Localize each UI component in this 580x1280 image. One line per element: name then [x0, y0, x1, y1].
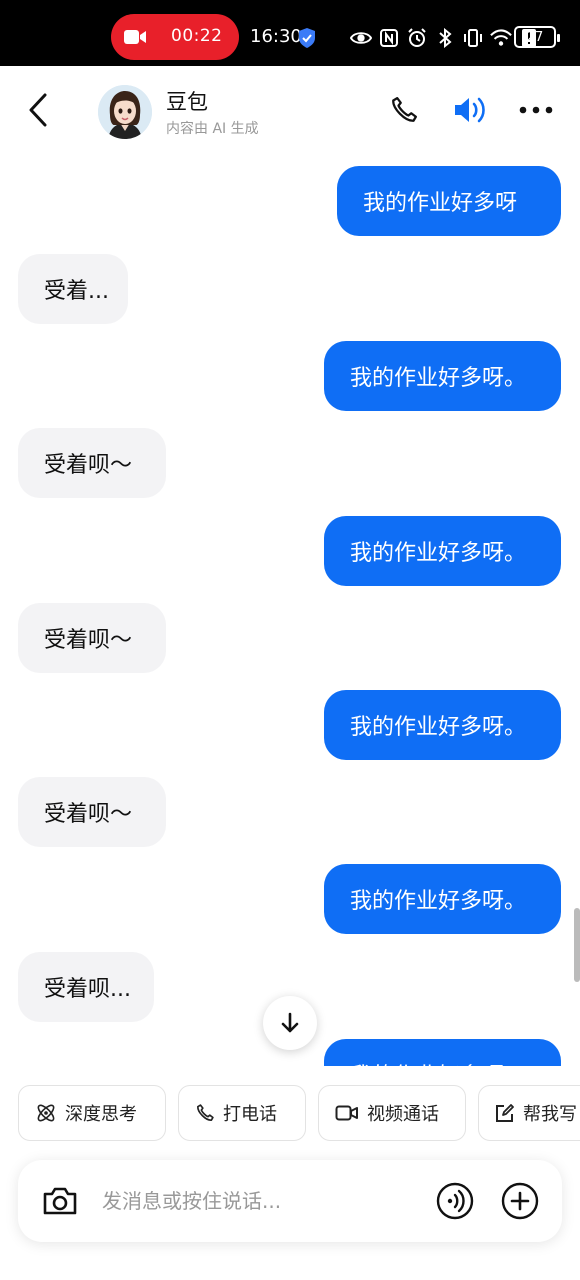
- battery-icon: 27: [514, 26, 560, 48]
- alarm-icon: [406, 27, 428, 49]
- bluetooth-icon: [434, 27, 456, 49]
- scroll-to-bottom-button[interactable]: [263, 996, 317, 1050]
- voice-wave-icon: [436, 1182, 474, 1220]
- user-message[interactable]: 我的作业好多呀。: [324, 690, 561, 760]
- vibrate-icon: [462, 27, 484, 49]
- deep-think-chip[interactable]: 深度思考: [18, 1085, 166, 1141]
- camera-button[interactable]: [38, 1179, 82, 1223]
- user-message[interactable]: 我的作业好多呀。: [324, 516, 561, 586]
- chat-header: 豆包 内容由 AI 生成: [0, 66, 580, 156]
- chip-label: 打电话: [223, 1104, 277, 1125]
- video-camera-icon: [335, 1105, 358, 1121]
- user-message[interactable]: 我的作业好多呀。: [324, 341, 561, 411]
- shield-check-icon: [296, 27, 318, 49]
- chip-label: 视频通话: [367, 1104, 439, 1125]
- user-message[interactable]: 我的作业好多呀: [337, 166, 561, 236]
- video-call-chip[interactable]: 视频通话: [318, 1085, 466, 1141]
- bot-message[interactable]: 受着呗～: [18, 428, 166, 498]
- call-button[interactable]: [384, 90, 424, 130]
- back-button[interactable]: [20, 90, 56, 130]
- atom-icon: [37, 1104, 55, 1122]
- eye-icon: [350, 27, 372, 49]
- video-camera-icon: [124, 30, 146, 44]
- status-clock: 16:30: [250, 26, 302, 47]
- wifi-icon: [490, 27, 512, 49]
- chip-label: 帮我写: [523, 1104, 577, 1125]
- status-bar: 00:22 16:30 27: [0, 0, 580, 66]
- bot-message[interactable]: 受着...: [18, 254, 128, 324]
- back-arrow-icon: [29, 93, 47, 127]
- add-attachment-button[interactable]: [500, 1181, 540, 1221]
- speaker-icon: [455, 97, 485, 123]
- help-write-chip[interactable]: 帮我写: [478, 1085, 580, 1141]
- arrow-down-icon: [281, 1012, 299, 1033]
- battery-level: 27: [526, 29, 544, 45]
- user-message[interactable]: 我的作业好多呀。: [324, 864, 561, 934]
- screen-recording-indicator[interactable]: 00:22: [111, 14, 239, 60]
- scrollbar[interactable]: [574, 908, 580, 982]
- more-button[interactable]: [516, 90, 556, 130]
- speaker-toggle[interactable]: [450, 90, 490, 130]
- user-message[interactable]: 我的作业好多呀。: [324, 1039, 561, 1066]
- call-chip[interactable]: 打电话: [178, 1085, 306, 1141]
- message-composer: [18, 1160, 562, 1242]
- phone-icon: [197, 1104, 214, 1121]
- chat-title: 豆包: [166, 90, 208, 114]
- voice-input-button[interactable]: [435, 1181, 475, 1221]
- message-input[interactable]: [102, 1182, 422, 1220]
- quick-actions-bar: 深度思考 打电话 视频通话 帮我写: [0, 1066, 580, 1156]
- nfc-icon: [378, 27, 400, 49]
- camera-icon: [43, 1187, 77, 1215]
- bot-message[interactable]: 受着呗...: [18, 952, 154, 1022]
- message-list[interactable]: 我的作业好多呀 受着... 我的作业好多呀。 受着呗～ 我的作业好多呀。 受着呗…: [0, 156, 580, 1066]
- bot-message[interactable]: 受着呗～: [18, 603, 166, 673]
- recording-time: 00:22: [171, 26, 223, 46]
- status-icons: [296, 22, 540, 54]
- ai-disclaimer: 内容由 AI 生成: [166, 121, 259, 137]
- plus-icon: [501, 1182, 539, 1220]
- avatar[interactable]: [98, 85, 152, 139]
- more-icon: [519, 106, 553, 114]
- edit-icon: [496, 1104, 514, 1122]
- bot-message[interactable]: 受着呗～: [18, 777, 166, 847]
- phone-icon: [392, 97, 417, 122]
- chip-label: 深度思考: [65, 1104, 137, 1125]
